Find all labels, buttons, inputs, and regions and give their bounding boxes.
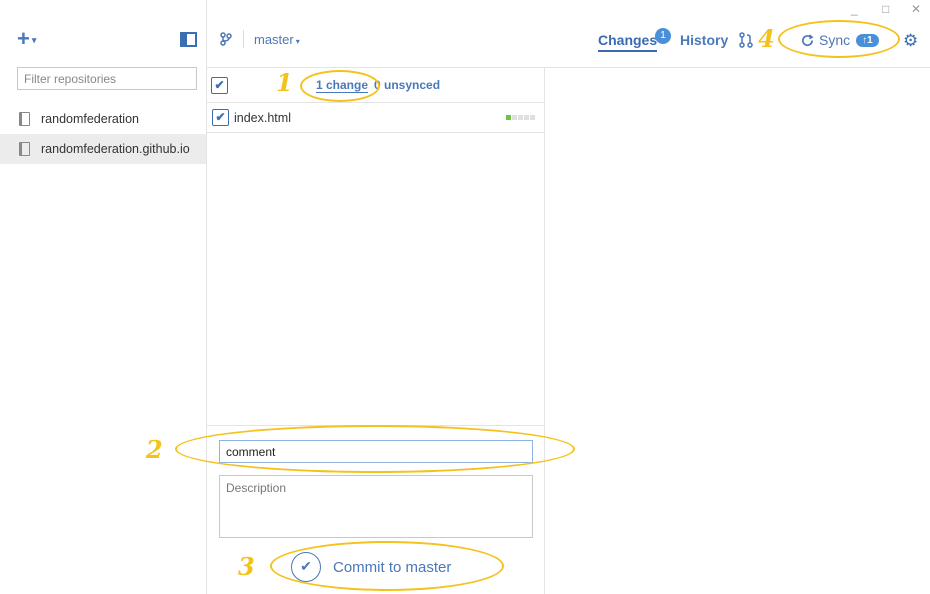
commit-summary-input[interactable] [219, 440, 533, 463]
divider [243, 30, 244, 48]
unsynced-tab[interactable]: 0 unsynced [374, 78, 440, 92]
branch-name: master [254, 32, 294, 47]
annotation-number-4: 4 [758, 24, 775, 53]
file-checkbox[interactable]: ✔ [212, 109, 229, 126]
repo-item-randomfederation-github-io[interactable]: randomfederation.github.io [0, 134, 206, 164]
close-button[interactable]: ✕ [911, 2, 921, 16]
filter-repositories-input[interactable] [17, 67, 197, 90]
annotation-number-2: 2 [146, 435, 163, 464]
branch-icon [220, 32, 232, 46]
select-all-checkbox[interactable]: ✔ [211, 77, 228, 94]
maximize-button[interactable]: □ [882, 2, 889, 16]
sidebar: +▾ randomfederation randomfederation.git… [0, 0, 207, 594]
tab-history[interactable]: History [680, 32, 728, 48]
file-row[interactable]: ✔ index.html [207, 103, 545, 133]
repo-name: randomfederation.github.io [41, 142, 190, 156]
sync-icon [802, 33, 814, 46]
annotation-number-1: 1 [276, 68, 293, 97]
check-icon: ✔ [291, 552, 321, 582]
file-name: index.html [234, 111, 291, 125]
commit-button-label: Commit to master [333, 558, 452, 576]
chevron-down-icon: ▾ [295, 37, 300, 46]
repo-icon [19, 142, 30, 156]
branch-selector[interactable]: master ▾ [254, 32, 300, 47]
plus-icon: + [17, 26, 30, 51]
changes-header: ✔ 1 change 0 unsynced [207, 68, 545, 103]
diffstat-indicator [506, 115, 535, 120]
sync-button[interactable]: Sync ↑1 [801, 32, 879, 48]
tab-changes[interactable]: Changes [598, 32, 658, 52]
changes-panel: ✔ 1 change 0 unsynced ✔ index.html ✔ Com… [207, 68, 545, 594]
changes-count-tab[interactable]: 1 change [316, 78, 369, 93]
repo-icon [19, 112, 30, 126]
pull-request-icon[interactable] [739, 32, 753, 48]
commit-area: ✔ Commit to master [207, 425, 545, 594]
toggle-sidebar-icon[interactable] [180, 32, 197, 47]
annotation-number-3: 3 [238, 552, 255, 581]
gear-icon[interactable]: ⚙ [903, 31, 918, 51]
repo-name: randomfederation [41, 112, 139, 126]
changes-count-badge: 1 [655, 28, 671, 44]
repo-item-randomfederation[interactable]: randomfederation [0, 104, 206, 134]
commit-button[interactable]: ✔ Commit to master [291, 552, 451, 582]
sync-label: Sync [819, 32, 851, 48]
sync-count-badge: ↑1 [856, 33, 879, 47]
chevron-down-icon: ▾ [31, 35, 37, 46]
minimize-button[interactable]: _ [851, 2, 858, 16]
commit-description-input[interactable] [219, 475, 533, 538]
add-repository-button[interactable]: + ▾ [17, 28, 36, 51]
header: master ▾ Changes 1 History Sync ↑1 ⚙ [207, 0, 930, 68]
